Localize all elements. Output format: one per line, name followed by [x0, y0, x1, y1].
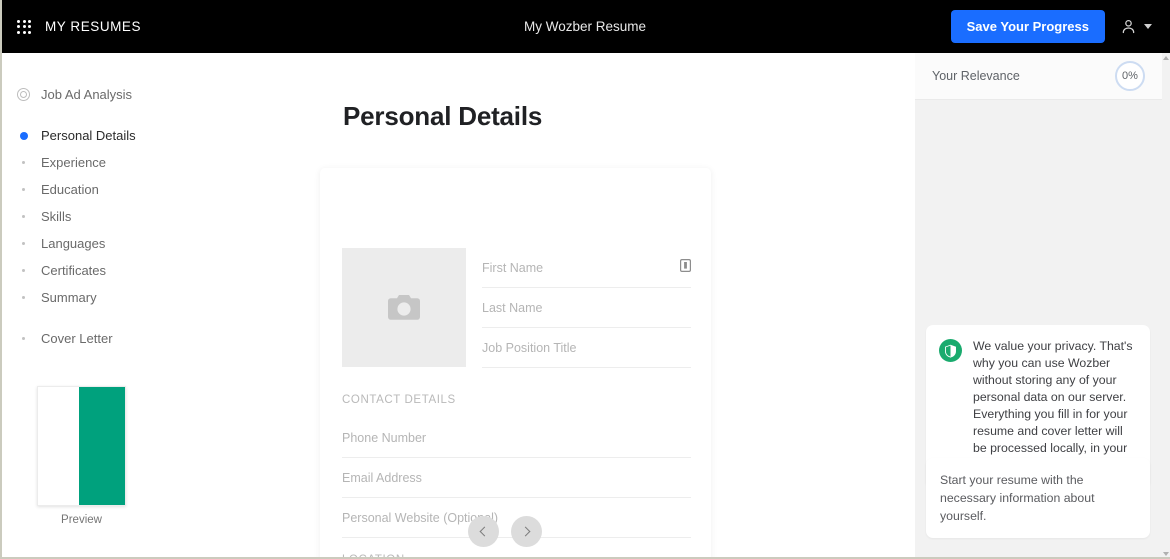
sidebar-item-label: Experience	[41, 155, 107, 170]
scroll-up-icon[interactable]	[1163, 56, 1169, 60]
bullet-dot-icon	[22, 215, 25, 218]
contact-details-section-label: CONTACT DETAILS	[342, 394, 456, 406]
bullet-wrap	[17, 131, 30, 140]
sidebar-item-languages[interactable]: Languages	[0, 230, 208, 257]
bullet-wrap	[17, 242, 30, 245]
sidebar-item-summary[interactable]: Summary	[0, 284, 208, 311]
sidebar-item-label: Skills	[41, 209, 72, 224]
camera-icon	[388, 295, 420, 320]
step-navigation	[468, 516, 542, 547]
sidebar-item-education[interactable]: Education	[0, 176, 208, 203]
main-content: Personal Details First Name Last Name Jo…	[208, 53, 915, 559]
sidebar-item-experience[interactable]: Experience	[0, 149, 208, 176]
sidebar-item-label: Personal Details	[41, 128, 136, 143]
next-step-button[interactable]	[511, 516, 542, 547]
bullet-dot-icon	[22, 269, 25, 272]
bullet-wrap	[17, 337, 30, 340]
sidebar: Job Ad Analysis Personal Details Experie…	[0, 53, 208, 559]
photo-upload-button[interactable]	[342, 248, 466, 367]
sidebar-item-personal-details[interactable]: Personal Details	[0, 122, 208, 149]
apps-grid-icon	[17, 19, 31, 34]
job-position-title-field[interactable]: Job Position Title	[482, 328, 691, 368]
chevron-left-icon	[479, 526, 490, 537]
sidebar-item-certificates[interactable]: Certificates	[0, 257, 208, 284]
sidebar-item-label: Cover Letter	[41, 331, 113, 346]
sidebar-item-label: Education	[41, 182, 99, 197]
page-scrollbar[interactable]	[1162, 53, 1170, 559]
email-address-placeholder: Email Address	[342, 470, 422, 485]
top-bar: MY RESUMES My Wozber Resume Save Your Pr…	[0, 0, 1170, 53]
bullet-dot-icon	[22, 161, 25, 164]
last-name-field[interactable]: Last Name	[482, 288, 691, 328]
sidebar-item-label: Certificates	[41, 263, 107, 278]
scroll-down-icon[interactable]	[1163, 552, 1169, 556]
bullet-wrap	[17, 269, 30, 272]
name-fields-group: First Name Last Name Job Position Title	[482, 248, 692, 368]
preview-label: Preview	[61, 514, 102, 526]
hint-message-text: Start your resume with the necessary inf…	[940, 473, 1095, 523]
sidebar-item-cover-letter[interactable]: Cover Letter	[0, 325, 208, 352]
bullet-dot-icon	[22, 188, 25, 191]
first-name-field[interactable]: First Name	[482, 248, 692, 288]
wozber-resume-builder: MY RESUMES My Wozber Resume Save Your Pr…	[0, 0, 1170, 559]
chevron-right-icon	[520, 526, 531, 537]
previous-step-button[interactable]	[468, 516, 499, 547]
bullet-wrap	[17, 296, 30, 299]
bullet-dot-icon	[22, 242, 25, 245]
hint-message-card: Start your resume with the necessary inf…	[926, 458, 1150, 538]
last-name-placeholder: Last Name	[482, 300, 543, 315]
id-badge-icon[interactable]	[680, 258, 692, 277]
person-icon	[1122, 20, 1135, 34]
privacy-message-text: We value your privacy. That's why you ca…	[973, 339, 1133, 472]
sidebar-item-skills[interactable]: Skills	[0, 203, 208, 230]
target-icon	[17, 88, 30, 101]
relevance-progress-ring[interactable]: 0%	[1115, 61, 1145, 91]
window-edge-left	[0, 0, 2, 559]
bullet-dot-icon	[22, 337, 25, 340]
account-menu[interactable]	[1119, 17, 1156, 36]
email-address-field[interactable]: Email Address	[342, 458, 691, 498]
active-dot-icon	[19, 131, 28, 140]
my-resumes-link[interactable]: MY RESUMES	[0, 19, 141, 34]
personal-details-form-card: First Name Last Name Job Position Title …	[320, 168, 711, 559]
chevron-down-icon	[1144, 24, 1152, 29]
resume-preview-thumbnail[interactable]: Preview	[37, 386, 126, 526]
preview-template-accent-band	[79, 387, 125, 505]
sidebar-item-label: Job Ad Analysis	[41, 87, 133, 102]
page-title: Personal Details	[343, 101, 543, 131]
job-position-title-placeholder: Job Position Title	[482, 340, 577, 355]
first-name-placeholder: First Name	[482, 260, 544, 275]
bullet-wrap	[17, 188, 30, 191]
bullet-wrap	[17, 215, 30, 218]
bullet-wrap	[17, 161, 30, 164]
sidebar-item-label: Summary	[41, 290, 97, 305]
job-ad-icon-wrap	[17, 88, 30, 101]
relevance-label: Your Relevance	[932, 69, 1020, 83]
my-resumes-label: MY RESUMES	[45, 19, 142, 34]
relevance-bar: Your Relevance 0%	[915, 53, 1162, 100]
assistant-panel: Your Relevance 0% We value your privacy.…	[915, 53, 1162, 559]
sidebar-item-label: Languages	[41, 236, 106, 251]
top-bar-actions: Save Your Progress	[950, 0, 1156, 53]
sidebar-item-job-ad-analysis[interactable]: Job Ad Analysis	[0, 81, 208, 108]
phone-number-field[interactable]: Phone Number	[342, 418, 691, 458]
bullet-dot-icon	[22, 296, 25, 299]
phone-number-placeholder: Phone Number	[342, 430, 427, 445]
save-progress-button[interactable]: Save Your Progress	[950, 10, 1105, 43]
shield-icon	[939, 339, 962, 362]
preview-card	[37, 386, 126, 506]
